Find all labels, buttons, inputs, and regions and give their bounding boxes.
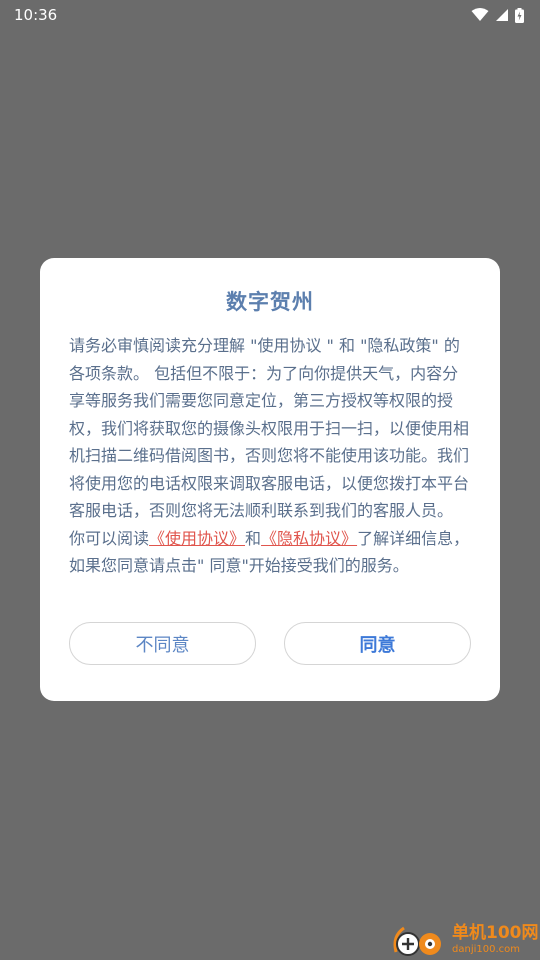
privacy-dialog: 数字贺州 请务必审慎阅读充分理解 "使用协议 " 和 "隐私政策" 的各项条款。… bbox=[40, 258, 500, 701]
battery-icon bbox=[515, 7, 524, 23]
status-icons bbox=[471, 7, 524, 23]
watermark-main: 单机100网 bbox=[452, 923, 539, 943]
terms-paragraph: 请务必审慎阅读充分理解 "使用协议 " 和 "隐私政策" 的各项条款。 包括但不… bbox=[69, 336, 470, 520]
watermark-sub: danji100.com bbox=[452, 944, 520, 955]
dialog-buttons: 不同意 同意 bbox=[69, 622, 471, 665]
dialog-body: 请务必审慎阅读充分理解 "使用协议 " 和 "隐私政策" 的各项条款。 包括但不… bbox=[69, 332, 471, 580]
signal-icon bbox=[495, 8, 509, 22]
wifi-icon bbox=[471, 8, 489, 22]
usage-agreement-link[interactable]: 《使用协议》 bbox=[149, 529, 245, 548]
watermark: 单机100网 danji100.com bbox=[390, 920, 540, 960]
read-agreements-paragraph: 你可以阅读《使用协议》和《隐私协议》了解详细信息，如果您同意请点击" 同意"开始… bbox=[69, 525, 471, 580]
privacy-agreement-link[interactable]: 《隐私协议》 bbox=[261, 529, 357, 548]
watermark-logo bbox=[390, 922, 450, 958]
and-text: 和 bbox=[245, 528, 262, 548]
read-prefix-text: 你可以阅读 bbox=[69, 528, 150, 548]
status-bar: 10:36 bbox=[0, 0, 540, 30]
dialog-title: 数字贺州 bbox=[226, 290, 314, 314]
disagree-button[interactable]: 不同意 bbox=[69, 622, 256, 665]
agree-button[interactable]: 同意 bbox=[284, 622, 471, 665]
status-time: 10:36 bbox=[14, 6, 58, 24]
watermark-text: 单机100网 danji100.com bbox=[452, 925, 539, 955]
